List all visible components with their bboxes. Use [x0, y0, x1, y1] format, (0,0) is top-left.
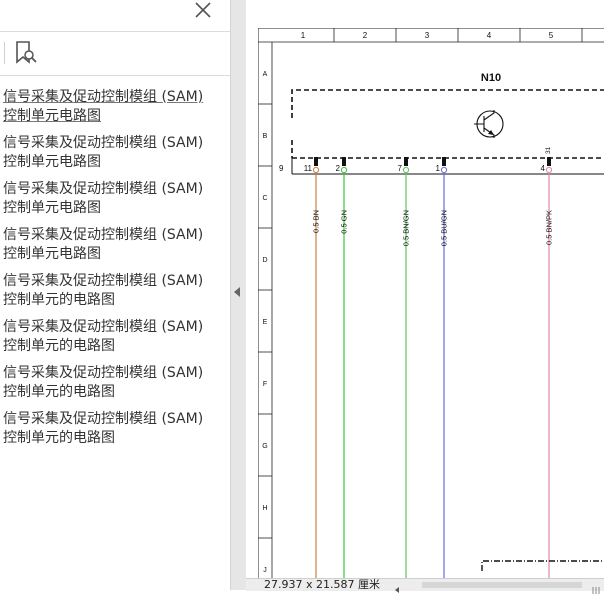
bookmark-title-line1: 信号采集及促动控制模组 (SAM)	[3, 135, 204, 151]
bookmark-item[interactable]: 信号采集及促动控制模组 (SAM) 控制单元电路图	[0, 226, 228, 272]
lower-component-boundary	[481, 560, 604, 571]
bookmark-search-icon	[16, 41, 37, 64]
wire-label: 0.5 BU/GN	[440, 210, 449, 246]
column-label: 4	[487, 31, 492, 40]
bookmark-title-line1: 信号采集及促动控制模组 (SAM)	[3, 89, 204, 105]
pin-contact	[402, 166, 410, 174]
bookmark-title-line2: 控制单元的电路图	[3, 384, 115, 400]
bookmark-title-line1: 信号采集及促动控制模组 (SAM)	[3, 411, 204, 427]
bookmark-item[interactable]: 信号采集及促动控制模组 (SAM) 控制单元电路图	[0, 180, 228, 226]
horizontal-scrollbar[interactable]	[422, 582, 582, 588]
bookmark-title-line2: 控制单元的电路图	[3, 430, 115, 446]
bookmark-title-line2: 控制单元电路图	[3, 108, 101, 124]
page-frame	[258, 28, 604, 578]
row-headers: A B C D E F G H J	[258, 71, 272, 574]
row-label: D	[262, 257, 267, 264]
bookmarks-panel: 信号采集及促动控制模组 (SAM) 控制单元电路图 信号采集及促动控制模组 (SAM…	[0, 0, 230, 590]
close-icon	[195, 2, 211, 18]
pin-contact	[340, 166, 348, 174]
pin-number: 7	[398, 164, 403, 173]
panel-divider	[0, 31, 230, 32]
bookmark-list: 信号采集及促动控制模组 (SAM) 控制单元电路图 信号采集及促动控制模组 (SAM…	[0, 88, 228, 456]
row-label: B	[263, 133, 268, 140]
status-bar: 27.937 x 21.587 厘米	[246, 578, 604, 594]
bookmark-title-line2: 控制单元电路图	[3, 154, 101, 170]
column-label: 1	[301, 31, 306, 40]
pin-terminal	[547, 157, 551, 166]
wire-label: 0.5 BN	[312, 210, 321, 233]
triangle-left-icon	[234, 287, 240, 297]
row-label: F	[263, 381, 267, 388]
resize-grip[interactable]	[591, 580, 601, 594]
pin-contact	[312, 166, 320, 174]
pin-terminal	[404, 157, 408, 166]
bookmark-title-line2: 控制单元的电路图	[3, 292, 115, 308]
row-label: E	[263, 319, 268, 326]
wiring-diagram-page: 1 2 3 4 5 A B C D E F G H J N10 9 31 11 0.5 BN 2 0.5 GN…	[258, 28, 604, 578]
row-label: H	[262, 505, 267, 512]
row-label: C	[262, 195, 267, 202]
scroll-left-button[interactable]	[392, 580, 402, 593]
document-viewer[interactable]: 1 2 3 4 5 A B C D E F G H J N10 9 31 11 0.5 BN 2 0.5 GN…	[246, 0, 604, 578]
bookmark-title-line2: 控制单元电路图	[3, 200, 101, 216]
column-label: 2	[363, 31, 368, 40]
column-label: 3	[425, 31, 430, 40]
pin-label-31: 31	[545, 146, 552, 154]
row-label: G	[262, 443, 267, 450]
bookmark-item[interactable]: 信号采集及促动控制模组 (SAM) 控制单元的电路图	[0, 364, 228, 410]
transistor-symbol	[474, 110, 504, 138]
row-label: J	[263, 567, 267, 574]
bookmark-item[interactable]: 信号采集及促动控制模组 (SAM) 控制单元的电路图	[0, 410, 228, 456]
pin-contact	[440, 166, 448, 174]
bookmark-title-line1: 信号采集及促动控制模组 (SAM)	[3, 273, 204, 289]
bookmark-item[interactable]: 信号采集及促动控制模组 (SAM) 控制单元的电路图	[0, 318, 228, 364]
bookmark-title-line1: 信号采集及促动控制模组 (SAM)	[3, 181, 204, 197]
wire-label: 0.5 BN/PK	[545, 210, 554, 245]
grip-icon	[592, 587, 600, 594]
pin-terminal	[342, 157, 346, 166]
bookmark-title-line1: 信号采集及促动控制模组 (SAM)	[3, 365, 204, 381]
component-boundary	[291, 89, 604, 118]
bookmark-title-line2: 控制单元电路图	[3, 246, 101, 262]
component-title: N10	[481, 72, 501, 84]
pin-number: 2	[336, 164, 341, 173]
bookmark-item[interactable]: 信号采集及促动控制模组 (SAM) 控制单元的电路图	[0, 272, 228, 318]
pin-terminal	[314, 157, 318, 166]
wires: 11 0.5 BN 2 0.5 GN 7 0.5 BN/GN 1 0.5 BU/GN 4 0.5 …	[304, 157, 554, 578]
column-label: 5	[549, 31, 554, 40]
pin-number: 11	[304, 164, 313, 173]
page-size-readout: 27.937 x 21.587 厘米	[264, 578, 380, 591]
pin-number: 1	[436, 164, 441, 173]
connector-label: 9	[279, 164, 284, 173]
toolbar-separator	[4, 42, 5, 64]
panel-divider	[0, 75, 230, 76]
row-label: A	[263, 71, 268, 78]
bookmark-item[interactable]: 信号采集及促动控制模组 (SAM) 控制单元电路图	[0, 134, 228, 180]
bookmark-options-button[interactable]	[14, 40, 38, 66]
pin-contact	[545, 166, 553, 174]
column-headers: 1 2 3 4 5	[301, 28, 583, 42]
pin-terminal	[442, 157, 446, 166]
wire-label: 0.5 GN	[340, 210, 349, 234]
collapse-panel-button[interactable]	[232, 284, 242, 298]
close-panel-button[interactable]	[192, 0, 214, 22]
bookmark-title-line2: 控制单元的电路图	[3, 338, 115, 354]
bookmark-item[interactable]: 信号采集及促动控制模组 (SAM) 控制单元电路图	[0, 88, 228, 134]
pin-number: 4	[541, 164, 546, 173]
wire-label: 0.5 BN/GN	[402, 210, 411, 246]
triangle-left-icon	[395, 587, 399, 593]
bookmark-title-line1: 信号采集及促动控制模组 (SAM)	[3, 227, 204, 243]
bookmark-title-line1: 信号采集及促动控制模组 (SAM)	[3, 319, 204, 335]
